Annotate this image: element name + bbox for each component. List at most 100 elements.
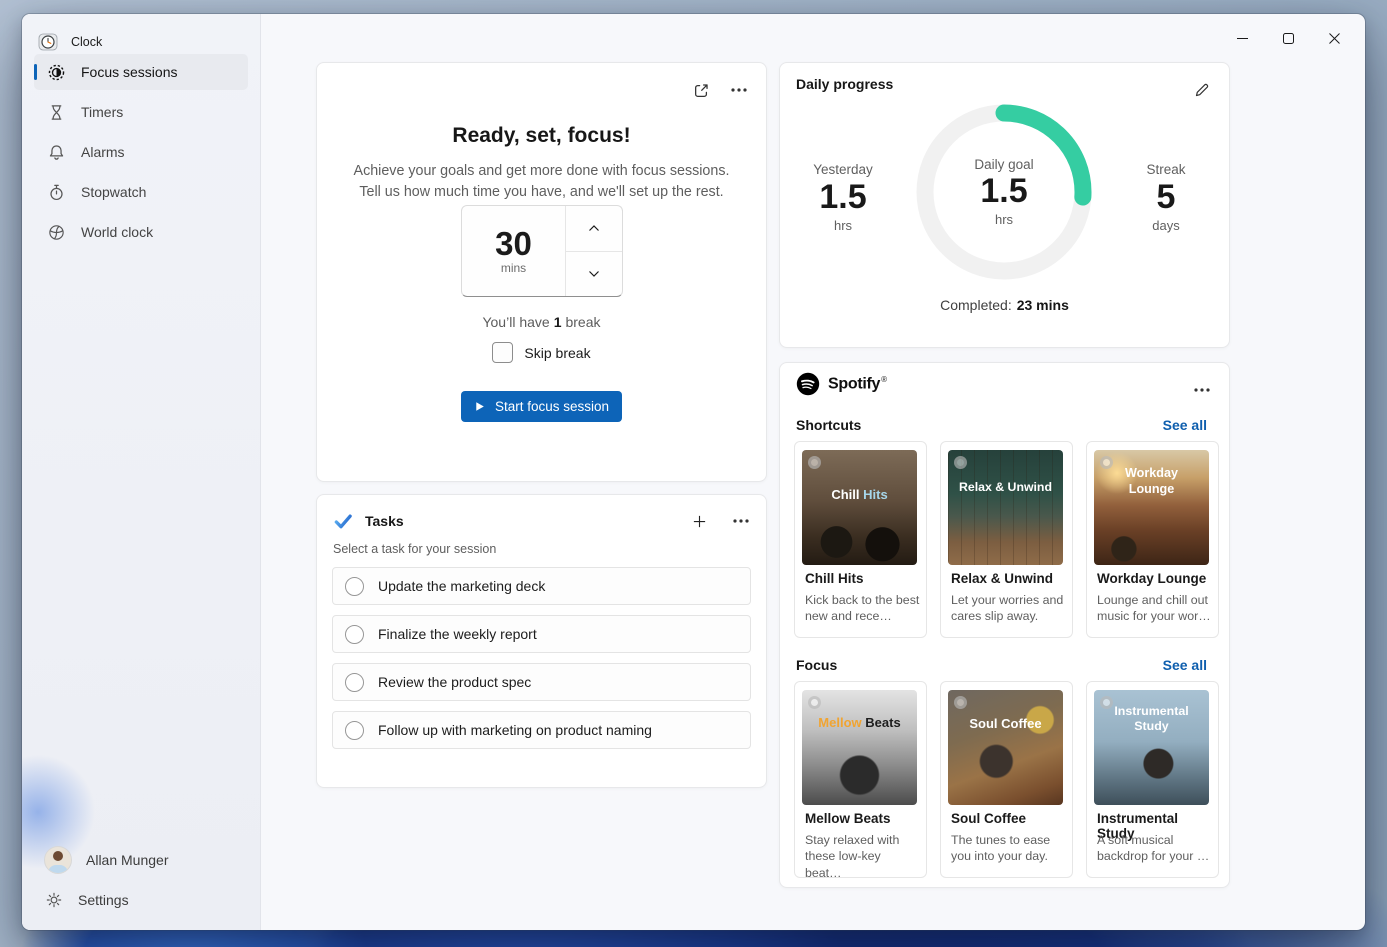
minimize-button[interactable] xyxy=(1221,22,1263,54)
skip-break-label: Skip break xyxy=(524,345,590,361)
focus-heading: Focus xyxy=(796,657,837,673)
sidebar-item-settings[interactable]: Settings xyxy=(34,880,248,920)
task-label: Review the product spec xyxy=(378,674,531,690)
start-focus-session-button[interactable]: Start focus session xyxy=(461,391,622,422)
art-text: Chill xyxy=(831,487,859,502)
focus-subtitle: Achieve your goals and get more done wit… xyxy=(317,161,766,203)
spotify-brand: Spotify® xyxy=(828,375,887,393)
spotify-watermark-icon xyxy=(808,456,821,469)
completed-label: Completed: xyxy=(940,297,1012,313)
playlist-art: Chill Hits xyxy=(802,450,917,565)
desktop-wallpaper: Clock Focus sessions Timers xyxy=(0,0,1387,947)
edit-goal-button[interactable] xyxy=(1187,75,1217,105)
task-row[interactable]: Review the product spec xyxy=(332,663,751,701)
close-icon xyxy=(1329,33,1340,44)
gear-icon xyxy=(44,890,64,910)
playlist-description: Kick back to the best new and rece… xyxy=(805,592,920,625)
yesterday-unit: hrs xyxy=(788,218,898,233)
playlist-art: InstrumentalStudy xyxy=(1094,690,1209,805)
playlist-title: Soul Coffee xyxy=(951,811,1064,826)
playlist-title: Workday Lounge xyxy=(1097,571,1210,586)
playlist-card-mellow-beats[interactable]: Mellow Beats Mellow Beats Stay relaxed w… xyxy=(794,681,927,878)
art-text: Beats xyxy=(865,715,900,730)
increase-duration-button[interactable] xyxy=(566,206,622,252)
sidebar-item-timers[interactable]: Timers xyxy=(34,94,248,130)
maximize-icon xyxy=(1283,33,1294,44)
duration-value[interactable]: 30 mins xyxy=(462,206,565,296)
art-text: Instrumental xyxy=(1114,704,1188,718)
spotify-card: Spotify® Shortcuts See all Chill Hits Ch… xyxy=(779,362,1230,888)
shortcuts-heading: Shortcuts xyxy=(796,417,861,433)
start-button-label: Start focus session xyxy=(495,399,609,414)
user-profile-row[interactable]: Allan Munger xyxy=(34,840,248,880)
focus-playlist-row: Mellow Beats Mellow Beats Stay relaxed w… xyxy=(794,681,1219,878)
completed-line: Completed:23 mins xyxy=(780,297,1229,313)
sidebar-item-world-clock[interactable]: World clock xyxy=(34,214,248,250)
focus-subtitle-line2: Tell us how much time you have, and we'l… xyxy=(359,184,723,200)
more-icon xyxy=(1194,388,1210,392)
spotify-watermark-icon xyxy=(954,456,967,469)
alarms-icon xyxy=(46,142,66,162)
popout-icon xyxy=(693,82,710,99)
mini-view-button[interactable] xyxy=(686,75,716,105)
daily-progress-title: Daily progress xyxy=(796,76,893,92)
task-row[interactable]: Finalize the weekly report xyxy=(332,615,751,653)
spotify-watermark-icon xyxy=(954,696,967,709)
minimize-icon xyxy=(1237,33,1248,44)
daily-progress-actions xyxy=(1187,75,1217,105)
task-list: Update the marketing deck Finalize the w… xyxy=(332,567,751,759)
spotify-more-button[interactable] xyxy=(1187,375,1217,405)
task-radio[interactable] xyxy=(345,673,364,692)
sidebar-item-label: Timers xyxy=(81,104,123,120)
daily-goal-unit: hrs xyxy=(995,212,1013,227)
stepper-buttons xyxy=(565,206,622,296)
task-label: Finalize the weekly report xyxy=(378,626,537,642)
selected-accent-bar xyxy=(34,64,37,80)
sidebar-item-focus-sessions[interactable]: Focus sessions xyxy=(34,54,248,90)
sidebar-item-alarms[interactable]: Alarms xyxy=(34,134,248,170)
playlist-card-relax-unwind[interactable]: Relax & Unwind Relax & Unwind Let your w… xyxy=(940,441,1073,638)
settings-label: Settings xyxy=(78,892,129,908)
playlist-description: Let your worries and cares slip away. xyxy=(951,592,1066,625)
chevron-up-icon xyxy=(588,224,600,233)
maximize-button[interactable] xyxy=(1267,22,1309,54)
playlist-art: WorkdayLounge xyxy=(1094,450,1209,565)
decrease-duration-button[interactable] xyxy=(566,252,622,297)
break-count: 1 xyxy=(554,314,562,330)
daily-goal-value: 1.5 xyxy=(980,173,1027,210)
task-radio[interactable] xyxy=(345,721,364,740)
duration-stepper: 30 mins xyxy=(461,205,623,297)
playlist-description: A soft musical backdrop for your … xyxy=(1097,832,1212,865)
skip-break-checkbox[interactable] xyxy=(492,342,513,363)
art-text: Lounge xyxy=(1129,482,1174,496)
avatar xyxy=(44,846,72,874)
playlist-card-workday-lounge[interactable]: WorkdayLounge Workday Lounge Lounge and … xyxy=(1086,441,1219,638)
shortcuts-see-all-link[interactable]: See all xyxy=(1157,416,1213,434)
add-task-button[interactable] xyxy=(684,506,714,536)
task-radio[interactable] xyxy=(345,577,364,596)
playlist-card-chill-hits[interactable]: Chill Hits Chill Hits Kick back to the b… xyxy=(794,441,927,638)
focus-see-all-link[interactable]: See all xyxy=(1157,656,1213,674)
tasks-more-button[interactable] xyxy=(726,506,756,536)
sidebar-item-stopwatch[interactable]: Stopwatch xyxy=(34,174,248,210)
play-icon xyxy=(474,401,485,412)
timers-icon xyxy=(46,102,66,122)
focus-more-button[interactable] xyxy=(724,75,754,105)
sidebar-item-label: Alarms xyxy=(81,144,125,160)
streak-label: Streak xyxy=(1111,162,1221,177)
sidebar-item-label: Stopwatch xyxy=(81,184,146,200)
task-row[interactable]: Follow up with marketing on product nami… xyxy=(332,711,751,749)
playlist-card-soul-coffee[interactable]: Soul Coffee Soul Coffee The tunes to eas… xyxy=(940,681,1073,878)
playlist-title: Relax & Unwind xyxy=(951,571,1064,586)
playlist-card-instrumental-study[interactable]: InstrumentalStudy Instrumental Study A s… xyxy=(1086,681,1219,878)
clock-app-icon xyxy=(38,32,58,52)
task-row[interactable]: Update the marketing deck xyxy=(332,567,751,605)
more-icon xyxy=(733,519,749,523)
streak-value: 5 xyxy=(1111,177,1221,218)
task-radio[interactable] xyxy=(345,625,364,644)
sidebar-footer: Allan Munger Settings xyxy=(34,840,248,920)
playlist-title: Mellow Beats xyxy=(805,811,918,826)
close-button[interactable] xyxy=(1313,22,1355,54)
playlist-description: The tunes to ease you into your day. xyxy=(951,832,1066,865)
yesterday-value: 1.5 xyxy=(788,177,898,218)
